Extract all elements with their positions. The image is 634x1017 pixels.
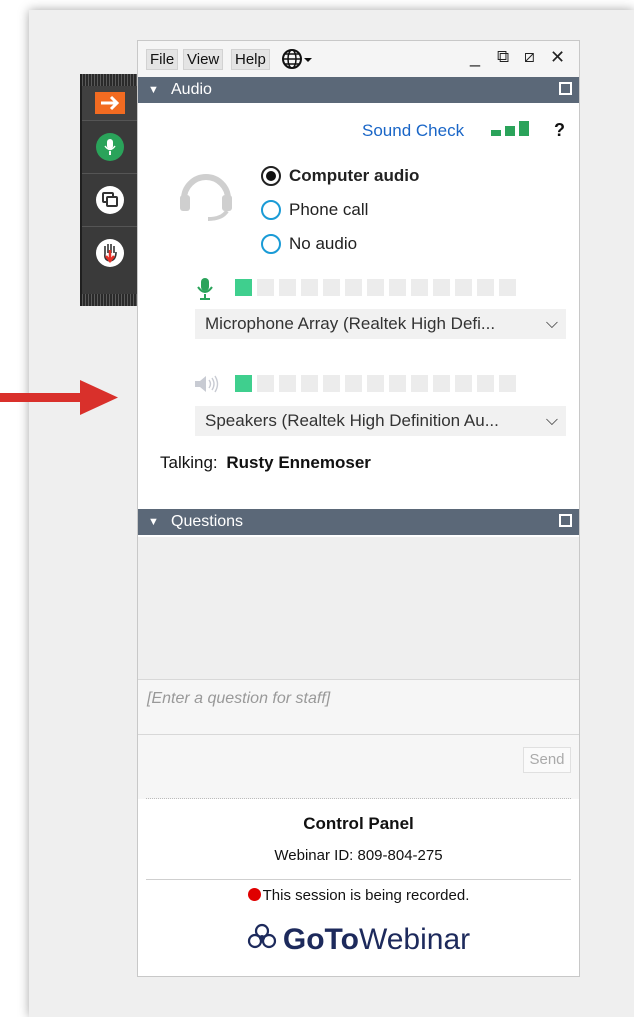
close-button[interactable]: ✕ [550,47,565,68]
microphone-icon [197,278,213,300]
resize-grip[interactable] [146,798,571,803]
meter-cell [499,279,516,296]
question-compose-area[interactable]: Send [138,735,579,799]
meter-cell [433,375,450,392]
screen-view-button[interactable] [82,174,138,227]
question-placeholder: [Enter a question for staff] [147,690,331,707]
record-dot-icon [247,888,261,901]
recording-notice: This session is being recorded. [138,887,579,904]
microphone-icon [96,133,124,161]
raise-hand-icon [96,239,124,267]
restore-button[interactable]: ⧉ [497,47,509,67]
popout-button[interactable]: ⧄ [524,47,535,67]
speaker-select[interactable]: Speakers (Realtek High Definition Au... … [195,406,566,436]
radio-phone-call[interactable]: Phone call [261,197,368,223]
talking-name: Rusty Ennemoser [226,453,371,472]
microphone-level-meter [235,279,516,296]
radio-label: No audio [289,234,358,253]
arrow-right-icon [95,92,125,114]
meter-cell [477,279,494,296]
audio-header-label: Audio [171,81,212,98]
meter-cell [323,375,340,392]
meter-cell [455,375,472,392]
collapse-triangle-icon: ▼ [148,516,159,528]
headset-icon [180,174,232,221]
control-panel-title: Control Panel [303,814,414,833]
annotation-arrow-icon [0,380,118,415]
meter-cell [235,375,252,392]
radio-button[interactable] [261,234,281,254]
popout-icon[interactable] [559,82,572,95]
sound-check-link[interactable]: Sound Check [362,121,464,141]
questions-section-header[interactable]: ▼ Questions [138,509,579,535]
meter-cell [499,375,516,392]
side-toolbar [80,74,138,306]
menu-view[interactable]: View [183,49,224,70]
popout-icon[interactable] [559,514,572,527]
radio-label: Computer audio [289,166,420,185]
microphone-select[interactable]: Microphone Array (Realtek High Defi... ⌵ [195,309,566,339]
radio-computer-audio[interactable]: Computer audio [261,163,419,189]
speaker-level-meter [235,375,516,392]
send-button[interactable]: Send [523,747,571,773]
radio-button[interactable] [261,200,281,220]
meter-cell [279,375,296,392]
minimize-button[interactable]: _ [470,47,480,68]
logo-light-text: Webinar [358,923,471,956]
meter-cell [257,375,274,392]
speaker-select-value: Speakers (Realtek High Definition Au... [205,411,499,430]
menu-bar: File View Help _ ⧉ ⧄ ✕ [138,41,579,77]
talking-indicator: Talking: Rusty Ennemoser [160,453,371,473]
meter-cell [389,375,406,392]
toolbar-grip[interactable] [82,74,138,86]
webinar-id: Webinar ID: 809-804-275 [274,847,443,864]
screen-share-icon [96,186,124,214]
gotowebinar-logo: GoToWebinar [138,923,579,957]
questions-header-label: Questions [171,513,244,530]
meter-cell [301,279,318,296]
meter-cell [235,279,252,296]
microphone-select-value: Microphone Array (Realtek High Defi... [205,314,496,333]
meter-cell [389,279,406,296]
meter-cell [367,375,384,392]
globe-icon[interactable] [281,48,313,75]
signal-bars-icon [491,121,529,136]
audio-section-header[interactable]: ▼ Audio [138,77,579,103]
footer-divider [146,879,571,880]
help-icon[interactable]: ? [554,120,565,141]
menu-help[interactable]: Help [231,49,270,70]
menu-file[interactable]: File [146,49,179,70]
meter-cell [345,279,362,296]
radio-label: Phone call [289,200,369,219]
meter-cell [367,279,384,296]
meter-cell [301,375,318,392]
toolbar-grip-bottom [82,294,138,306]
logo-bold-text: GoTo [282,923,359,956]
meter-cell [279,279,296,296]
collapse-panel-button[interactable] [82,86,138,121]
meter-cell [477,375,494,392]
talking-label: Talking: [160,453,218,472]
collapse-triangle-icon: ▼ [148,84,159,96]
meter-cell [345,375,362,392]
control-panel-window: File View Help _ ⧉ ⧄ ✕ ▼ Audio Sound Che… [137,40,580,977]
chevron-down-icon: ⌵ [545,315,558,332]
microphone-toggle-button[interactable] [82,121,138,174]
question-input[interactable]: [Enter a question for staff] [138,679,579,735]
meter-cell [411,375,428,392]
recording-notice-text: This session is being recorded. [262,887,470,904]
meter-cell [323,279,340,296]
radio-no-audio[interactable]: No audio [261,231,357,257]
meter-cell [433,279,450,296]
meter-cell [455,279,472,296]
speaker-icon [195,375,219,393]
meter-cell [257,279,274,296]
meter-cell [411,279,428,296]
radio-button[interactable] [261,166,281,186]
questions-log[interactable] [138,537,579,679]
chevron-down-icon: ⌵ [545,412,558,429]
raise-hand-button[interactable] [82,227,138,279]
gotowebinar-logo-icon [247,923,276,949]
